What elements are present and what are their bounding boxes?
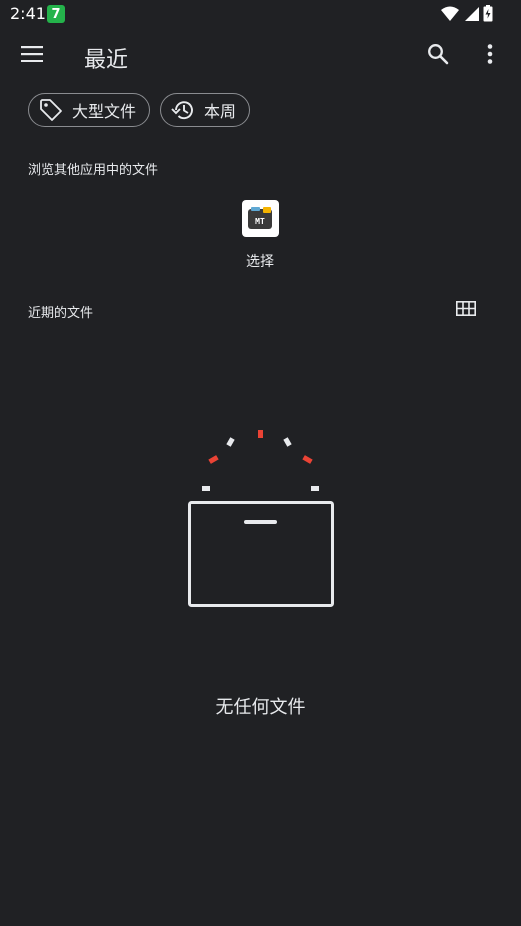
browse-apps-heading: 浏览其他应用中的文件 bbox=[28, 163, 159, 178]
signal-icon bbox=[463, 6, 479, 26]
status-icons bbox=[441, 5, 493, 26]
tag-icon bbox=[38, 97, 64, 123]
menu-button[interactable] bbox=[14, 40, 50, 72]
app-icon-text: MT bbox=[255, 217, 265, 226]
notification-app-icon: 7 bbox=[47, 5, 65, 23]
recent-files-heading: 近期的文件 bbox=[28, 306, 94, 321]
chip-large-files[interactable]: 大型文件 bbox=[28, 93, 151, 127]
notif-badge-text: 7 bbox=[51, 6, 61, 22]
history-icon bbox=[170, 97, 196, 123]
app-source-mt-manager[interactable]: MT 选择 bbox=[222, 200, 298, 271]
empty-state-message: 无任何文件 bbox=[215, 697, 306, 718]
search-icon bbox=[427, 43, 449, 69]
filter-chips: 大型文件 本周 bbox=[28, 93, 251, 127]
grid-view-toggle[interactable] bbox=[452, 296, 480, 324]
grid-view-icon bbox=[456, 300, 476, 320]
menu-icon bbox=[21, 46, 43, 66]
app-bar: 最近 bbox=[0, 30, 521, 82]
status-bar: 2:41 7 bbox=[0, 0, 521, 28]
search-button[interactable] bbox=[420, 38, 456, 74]
more-vert-icon bbox=[487, 44, 493, 68]
chip-this-week[interactable]: 本周 bbox=[160, 93, 251, 127]
app-source-label: 选择 bbox=[246, 254, 274, 270]
mt-manager-icon: MT bbox=[241, 200, 279, 237]
more-options-button[interactable] bbox=[474, 38, 506, 74]
page-title: 最近 bbox=[84, 48, 129, 73]
chip-label: 本周 bbox=[204, 102, 237, 121]
battery-icon bbox=[483, 5, 493, 26]
empty-box-icon bbox=[180, 425, 342, 611]
status-time: 2:41 bbox=[10, 4, 46, 23]
wifi-icon bbox=[441, 6, 459, 26]
chip-label: 大型文件 bbox=[72, 102, 137, 121]
